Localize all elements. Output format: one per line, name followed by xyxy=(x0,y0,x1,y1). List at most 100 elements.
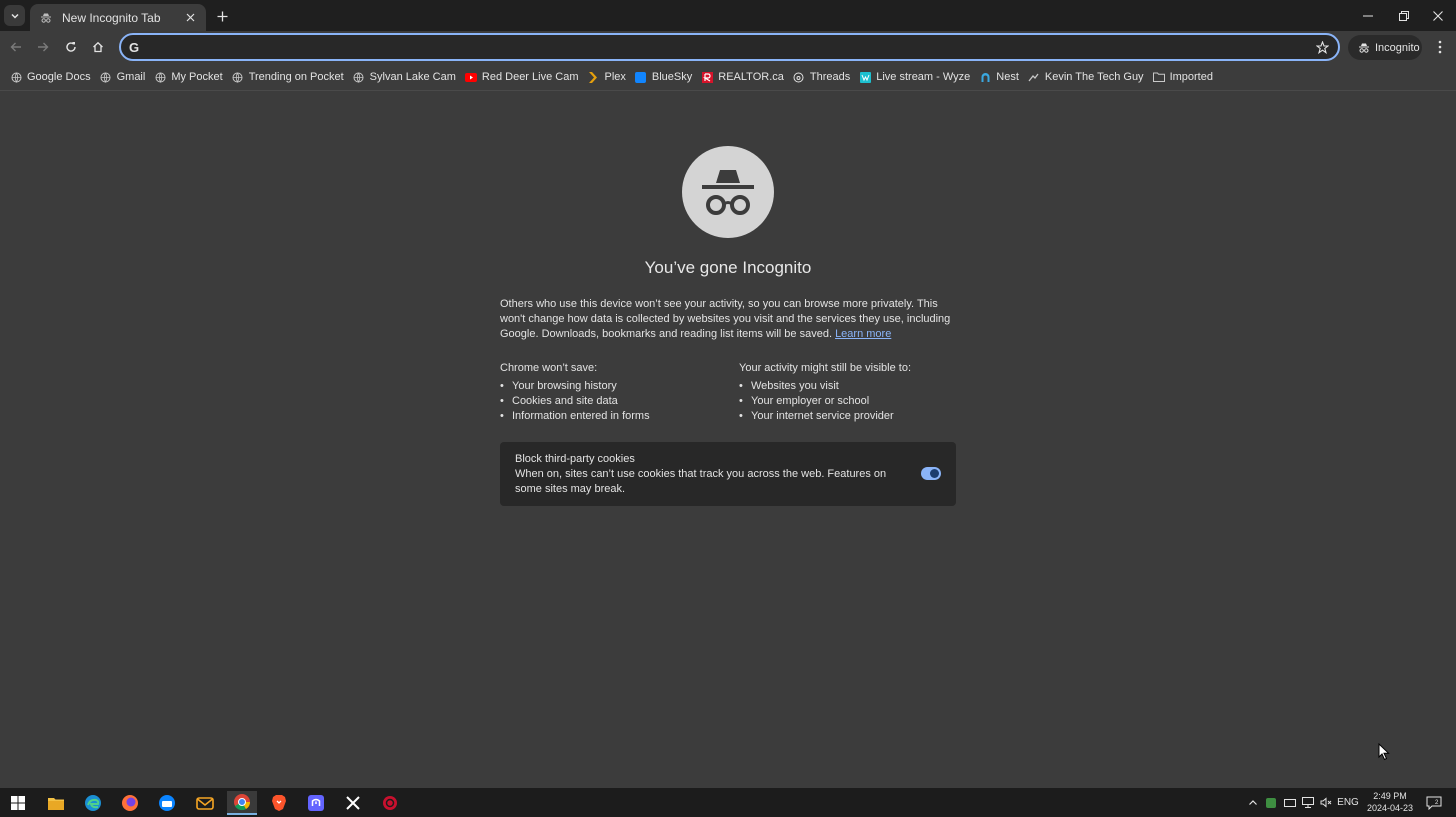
bookmark-threads[interactable]: Threads xyxy=(790,68,856,86)
mouse-cursor-icon xyxy=(1378,743,1390,761)
tab-search-button[interactable] xyxy=(4,5,25,26)
windows-start-icon xyxy=(11,796,25,810)
taskbar-chrome[interactable] xyxy=(227,791,257,815)
back-button[interactable] xyxy=(4,35,28,59)
incognito-icon xyxy=(38,10,54,26)
bookmark-gmail[interactable]: Gmail xyxy=(97,68,152,86)
block-cookies-toggle[interactable] xyxy=(921,467,941,480)
edge-icon xyxy=(85,795,101,811)
google-icon: G xyxy=(128,39,140,55)
tray-keyboard[interactable] xyxy=(1282,788,1298,817)
list-item: Your browsing history xyxy=(500,379,730,394)
chevron-down-icon xyxy=(10,13,19,19)
taskbar-brave[interactable] xyxy=(264,791,294,815)
bookmark-live-stream-wyze[interactable]: Live stream - Wyze xyxy=(856,68,976,86)
wont-save-section: Chrome won’t save: Your browsing history… xyxy=(500,361,730,424)
app-icon xyxy=(383,796,397,810)
tray-language[interactable]: ENG xyxy=(1336,788,1360,817)
bookmark-sylvan-lake-cam[interactable]: Sylvan Lake Cam xyxy=(350,68,462,86)
bookmark-realtor-ca[interactable]: REALTOR.ca xyxy=(698,68,790,86)
new-tab-button[interactable] xyxy=(212,6,232,26)
still-visible-title: Your activity might still be visible to: xyxy=(739,362,911,374)
taskbar-app[interactable] xyxy=(375,791,405,815)
toolbar: G Incognito xyxy=(0,31,1456,64)
close-tab-icon[interactable] xyxy=(182,10,198,26)
learn-more-link[interactable]: Learn more xyxy=(835,328,891,340)
taskbar-x[interactable] xyxy=(338,791,368,815)
bookmark-label: Red Deer Live Cam xyxy=(481,71,579,83)
omnibox[interactable]: G xyxy=(119,33,1340,61)
incognito-icon xyxy=(702,170,754,215)
incognito-profile-chip[interactable]: Incognito xyxy=(1348,35,1422,60)
taskbar-edge[interactable] xyxy=(78,791,108,815)
page-title: You’ve gone Incognito xyxy=(644,258,812,277)
tray-network[interactable] xyxy=(1300,788,1316,817)
bookmark-label: My Pocket xyxy=(171,71,223,83)
bookmark-google-docs[interactable]: Google Docs xyxy=(7,68,97,86)
volume-muted-icon xyxy=(1320,797,1332,808)
action-center-button[interactable]: 2 xyxy=(1424,788,1444,817)
bookmark-label: Google Docs xyxy=(27,71,91,83)
taskbar-file-explorer[interactable] xyxy=(41,791,71,815)
taskbar-firefox[interactable] xyxy=(115,791,145,815)
firefox-icon xyxy=(122,795,138,811)
bookmark-label: Live stream - Wyze xyxy=(876,71,971,83)
toggle-knob xyxy=(930,469,939,478)
bookmark-my-pocket[interactable]: My Pocket xyxy=(151,68,228,86)
arrow-right-icon xyxy=(38,42,49,52)
bookmark-nest[interactable]: Nest xyxy=(976,68,1025,86)
cookies-card-description: When on, sites can’t use cookies that tr… xyxy=(515,468,887,495)
close-icon xyxy=(1433,10,1443,21)
close-window-button[interactable] xyxy=(1420,0,1456,31)
kebab-menu-icon xyxy=(1438,40,1442,54)
tab-new-incognito[interactable]: New Incognito Tab xyxy=(30,4,206,31)
globe-icon xyxy=(232,71,244,83)
omnibox-input[interactable] xyxy=(147,39,1310,55)
bookmarks-bar: Google Docs Gmail My Pocket Trending on Poc… xyxy=(0,64,1456,91)
brave-icon xyxy=(272,795,286,811)
chevron-up-icon xyxy=(1249,799,1257,805)
forward-button[interactable] xyxy=(31,35,55,59)
notification-count: 2 xyxy=(1435,800,1439,806)
reload-button[interactable] xyxy=(59,35,83,59)
start-button[interactable] xyxy=(3,791,33,815)
incognito-logo xyxy=(682,146,774,238)
taskbar-mail[interactable] xyxy=(190,791,220,815)
list-item: Websites you visit xyxy=(739,379,956,394)
home-icon xyxy=(93,41,103,53)
globe-icon xyxy=(10,71,22,83)
bookmark-trending-on-pocket[interactable]: Trending on Pocket xyxy=(229,68,350,86)
bookmark-star-button[interactable] xyxy=(1310,35,1334,59)
bookmark-imported[interactable]: Imported xyxy=(1150,68,1219,86)
bookmark-red-deer-live-cam[interactable]: Red Deer Live Cam xyxy=(462,68,585,86)
minimize-button[interactable] xyxy=(1350,0,1386,31)
taskbar-clock[interactable]: 2:49 PM 2024-04-23 xyxy=(1362,790,1418,814)
chrome-menu-button[interactable] xyxy=(1430,35,1450,59)
still-visible-section: Your activity might still be visible to:… xyxy=(739,361,956,424)
incognito-label: Incognito xyxy=(1375,41,1420,54)
x-icon xyxy=(346,796,360,810)
tab-strip: New Incognito Tab xyxy=(0,0,1456,31)
threads-icon xyxy=(793,71,805,83)
taskbar-thunderbird[interactable] xyxy=(152,791,182,815)
tray-volume[interactable] xyxy=(1318,788,1334,817)
tray-app-icon xyxy=(1266,797,1276,808)
home-button[interactable] xyxy=(86,35,110,59)
star-icon xyxy=(1315,40,1329,54)
taskbar-mastodon[interactable] xyxy=(301,791,331,815)
taskbar: ENG 2:49 PM 2024-04-23 2 xyxy=(0,788,1456,817)
thunderbird-icon xyxy=(159,795,175,811)
bookmark-plex[interactable]: Plex xyxy=(584,68,631,86)
show-hidden-icons-button[interactable] xyxy=(1246,788,1260,817)
restore-icon xyxy=(1399,10,1409,21)
restore-button[interactable] xyxy=(1386,0,1422,31)
bookmark-label: BlueSky xyxy=(651,71,693,83)
list-item: Information entered in forms xyxy=(500,409,730,424)
tab-title: New Incognito Tab xyxy=(62,10,161,25)
wont-save-title: Chrome won’t save: xyxy=(500,362,598,374)
bookmark-bluesky[interactable]: BlueSky xyxy=(632,68,698,86)
bookmark-kevin-the-tech-guy[interactable]: Kevin The Tech Guy xyxy=(1025,68,1150,86)
bookmark-label: Sylvan Lake Cam xyxy=(369,71,456,83)
mail-icon xyxy=(196,797,214,810)
tray-app[interactable] xyxy=(1263,788,1279,817)
